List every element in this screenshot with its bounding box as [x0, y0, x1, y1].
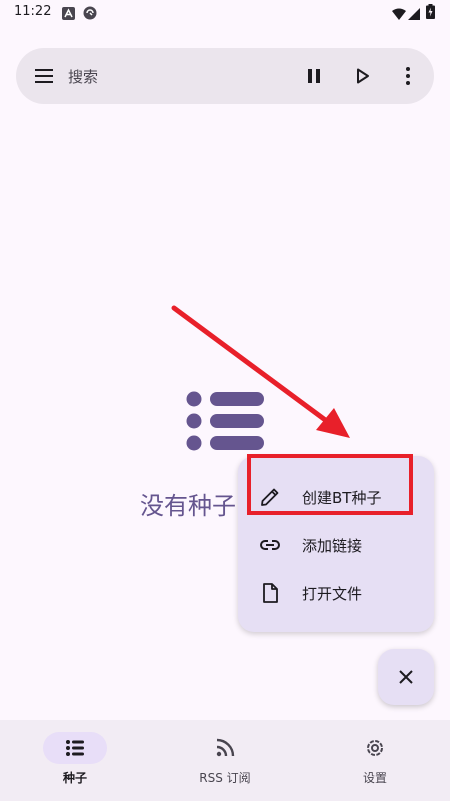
- menu-item-add-link[interactable]: 添加链接: [238, 521, 434, 569]
- close-icon: [399, 670, 413, 684]
- nav-item-settings[interactable]: 设置: [300, 732, 450, 792]
- nav-label: 种子: [62, 771, 87, 785]
- rss-icon: [213, 736, 237, 760]
- list-icon: [63, 736, 87, 760]
- status-time: 11:22: [14, 4, 52, 19]
- annotation-arrow: [171, 305, 350, 438]
- wifi-icon: [392, 5, 406, 24]
- status-bar: 11:22: [0, 0, 450, 26]
- play-icon[interactable]: [350, 64, 374, 88]
- menu-item-label: 添加链接: [302, 537, 363, 555]
- signal-icon: [408, 5, 420, 24]
- search-bar[interactable]: 搜索: [16, 48, 434, 104]
- bottom-navigation: 种子 RSS 订阅 设置: [0, 720, 450, 801]
- nav-item-rss[interactable]: RSS 订阅: [150, 732, 300, 792]
- nav-label: 设置: [362, 771, 387, 785]
- nav-item-torrents[interactable]: 种子: [0, 732, 150, 792]
- link-icon: [258, 533, 282, 557]
- nav-label: RSS 订阅: [199, 771, 251, 785]
- sync-notification-icon: [83, 5, 97, 24]
- battery-charging-icon: [426, 4, 435, 23]
- menu-item-open-file[interactable]: 打开文件: [238, 569, 434, 617]
- annotation-highlight-box: [247, 454, 413, 515]
- search-input[interactable]: 搜索: [68, 66, 98, 87]
- pause-icon[interactable]: [302, 64, 326, 88]
- close-fab-button[interactable]: [378, 649, 434, 705]
- app-notification-icon: [62, 5, 75, 24]
- menu-item-label: 打开文件: [302, 585, 363, 603]
- menu-icon[interactable]: [32, 64, 56, 88]
- file-icon: [258, 581, 282, 605]
- more-vert-icon[interactable]: [396, 64, 420, 88]
- gear-icon: [363, 736, 387, 760]
